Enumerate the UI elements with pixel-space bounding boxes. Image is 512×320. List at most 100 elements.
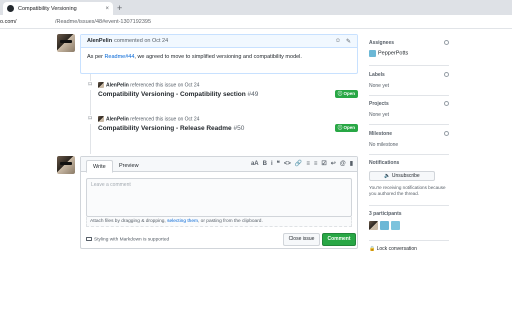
comment-issue-link[interactable]: Readme#44 (104, 54, 134, 60)
comment-author[interactable]: AlenPelin (87, 38, 112, 44)
attach-text-after: , or pasting from the clipboard. (198, 219, 263, 224)
address-path: /Readme/issues/48#event-1307192395 (55, 19, 152, 25)
sidebar-participants: 3 participants (369, 211, 449, 230)
status-badge-label: Open (343, 125, 355, 130)
markdown-toolbar: aA B i ❝ <> 🔗 ≡ ≡ ☑ ↩ @ ▮ (251, 161, 353, 168)
new-tab-icon[interactable]: + (117, 3, 122, 13)
sidebar-assignees: Assignees PepperPotts (369, 40, 449, 57)
projects-heading[interactable]: Projects (369, 101, 449, 107)
issue-title-text[interactable]: Compatibility Versioning - Release Readm… (98, 125, 232, 132)
tab-preview[interactable]: Preview (113, 160, 145, 172)
comment-placeholder: Leave a comment (91, 182, 131, 188)
avatar[interactable] (391, 221, 400, 230)
gear-icon[interactable] (444, 101, 449, 106)
italic-icon[interactable]: i (271, 161, 273, 168)
avatar[interactable] (369, 221, 378, 230)
sidebar-notifications: Notifications 🔈 Unsubscribe You're recei… (369, 160, 449, 197)
lock-conversation-link[interactable]: 🔒 Lock conversation (369, 246, 449, 252)
unsubscribe-button[interactable]: 🔈 Unsubscribe (369, 171, 435, 181)
gear-icon[interactable] (444, 131, 449, 136)
labels-heading[interactable]: Labels (369, 72, 449, 78)
milestone-value: No milestone (369, 142, 399, 148)
comment-text-after: , we agreed to move to simplified versio… (134, 54, 302, 60)
gear-icon[interactable] (444, 40, 449, 45)
lock-label: Lock conversation (376, 246, 417, 252)
event-action: referenced this issue on Oct 24 (130, 116, 200, 123)
lock-icon: 🔒 (369, 246, 376, 252)
sidebar-divider (369, 65, 449, 66)
sidebar-milestone: Milestone No milestone (369, 131, 449, 148)
avatar[interactable] (98, 82, 104, 88)
assignee-name[interactable]: PepperPotts (378, 51, 408, 57)
mention-icon[interactable]: @ (340, 161, 346, 168)
sidebar-divider (369, 240, 449, 241)
browser-tab[interactable]: Compatibility Versioning × (3, 2, 113, 15)
referenced-issue-title[interactable]: Compatibility Versioning - Release Readm… (98, 125, 244, 132)
bookmark-icon: ⌑ (86, 81, 94, 90)
edit-icon[interactable]: ✎ (346, 38, 351, 45)
markdown-note-text[interactable]: Styling with Markdown is supported (94, 237, 169, 242)
bold-icon[interactable]: B (263, 161, 267, 168)
bookmark-icon: ⌑ (86, 115, 94, 124)
comment-text-before: As per (87, 54, 105, 60)
close-issue-button[interactable]: Close issue (283, 233, 320, 246)
participants-heading: 3 participants (369, 211, 402, 217)
header-icon[interactable]: aA (251, 161, 259, 168)
tab-write[interactable]: Write (86, 160, 113, 173)
select-files-link[interactable]: selecting them (167, 219, 198, 224)
event-author[interactable]: AlenPelin (106, 82, 129, 88)
notifications-heading: Notifications (369, 160, 400, 166)
issue-comment: AlenPelin commented on Oct 24 ☺ ✎ As per… (80, 34, 358, 74)
new-comment-form: Write Preview aA B i ❝ <> 🔗 ≡ ≡ ☑ ↩ @ ▮ … (80, 156, 358, 249)
comment-textarea[interactable]: Leave a comment (86, 178, 352, 217)
task-list-icon[interactable]: ☑ (321, 161, 326, 168)
github-icon (7, 5, 14, 12)
avatar[interactable] (98, 116, 104, 122)
avatar[interactable] (57, 34, 75, 52)
address-bar[interactable]: o.com/ /Readme/issues/48#event-130719239… (0, 15, 512, 29)
status-badge: ⓘ Open (334, 90, 358, 98)
milestone-heading[interactable]: Milestone (369, 131, 449, 137)
event-action: referenced this issue on Oct 24 (130, 82, 200, 89)
event-author[interactable]: AlenPelin (106, 116, 129, 122)
bulleted-list-icon[interactable]: ≡ (306, 161, 310, 168)
attach-files-bar[interactable]: Attach files by dragging & dropping, sel… (86, 217, 352, 227)
projects-value: None yet (369, 112, 390, 118)
code-icon[interactable]: <> (284, 161, 291, 168)
tab-title: Compatibility Versioning (18, 5, 77, 12)
labels-value: None yet (369, 83, 390, 89)
avatar[interactable] (57, 156, 75, 174)
markdown-note: Styling with Markdown is supported (86, 237, 169, 242)
avatar[interactable] (369, 50, 376, 57)
link-icon[interactable]: 🔗 (295, 161, 302, 168)
comment-header: AlenPelin commented on Oct 24 ☺ ✎ (81, 35, 357, 48)
quote-icon[interactable]: ❝ (277, 161, 280, 168)
bookmark-icon[interactable]: ▮ (350, 161, 353, 168)
sidebar-projects: Projects None yet (369, 101, 449, 118)
issue-title-text[interactable]: Compatibility Versioning - Compatibility… (98, 91, 246, 98)
avatar[interactable] (380, 221, 389, 230)
editor-tabs: Write Preview aA B i ❝ <> 🔗 ≡ ≡ ☑ ↩ @ ▮ (81, 157, 357, 173)
comment-action: commented on Oct 24 (114, 38, 169, 44)
notification-reason: You're receiving notifications because y… (369, 185, 446, 196)
assignees-heading[interactable]: Assignees (369, 40, 449, 46)
issue-number[interactable]: #49 (248, 91, 259, 98)
comment-body: As per Readme#44, we agreed to move to s… (81, 48, 357, 66)
markdown-icon (86, 237, 92, 241)
browser-tab-bar: Compatibility Versioning × + (0, 0, 512, 15)
reply-icon[interactable]: ↩ (331, 161, 336, 168)
sidebar-divider (369, 95, 449, 96)
mute-icon: 🔈 (384, 173, 391, 179)
sidebar-labels: Labels None yet (369, 72, 449, 89)
status-badge: ⓘ Open (334, 124, 358, 132)
comment-button[interactable]: Comment (322, 233, 356, 246)
numbered-list-icon[interactable]: ≡ (314, 161, 318, 168)
sidebar-divider (369, 154, 449, 155)
close-icon[interactable]: × (105, 6, 109, 12)
gear-icon[interactable] (444, 72, 449, 77)
issue-number[interactable]: #50 (233, 125, 244, 132)
referenced-issue-title[interactable]: Compatibility Versioning - Compatibility… (98, 91, 258, 98)
reaction-icon[interactable]: ☺ (335, 38, 341, 45)
address-host: o.com/ (0, 19, 17, 25)
sidebar-divider (369, 205, 449, 206)
